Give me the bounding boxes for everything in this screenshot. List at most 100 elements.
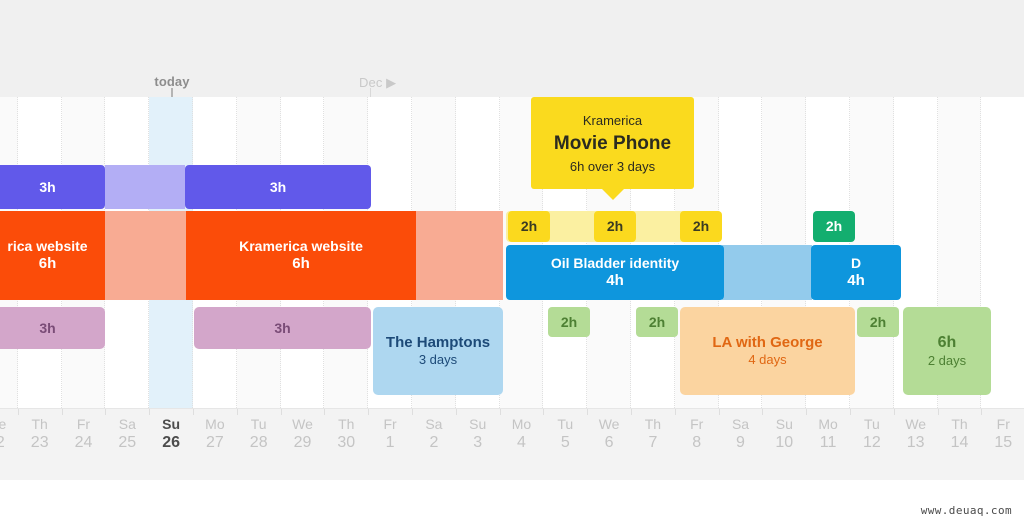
day-number: 14 bbox=[950, 433, 969, 451]
bar-kramerica-website-a[interactable]: rica website 6h bbox=[0, 211, 105, 300]
bar-duration: 6h bbox=[38, 254, 57, 272]
bar-kramerica-website-gap-1 bbox=[104, 211, 186, 300]
day-label-fr-8[interactable]: Fr 8 bbox=[690, 417, 703, 451]
day-label-tu-28[interactable]: Tu 28 bbox=[250, 417, 268, 451]
bar-movie-phone-1[interactable]: 2h bbox=[508, 211, 550, 242]
day-label-mo-4[interactable]: Mo 4 bbox=[512, 417, 531, 451]
bar-label: 2h bbox=[606, 218, 624, 235]
day-of-week: We bbox=[905, 416, 927, 432]
axis-tick bbox=[674, 409, 676, 415]
chip-green-2h-1[interactable]: 2h bbox=[548, 307, 590, 337]
axis-tick bbox=[499, 409, 501, 415]
day-label-sa-25[interactable]: Sa 25 bbox=[118, 417, 136, 451]
bar-duration: 2 days bbox=[927, 352, 967, 368]
day-of-week: Th bbox=[31, 416, 48, 432]
day-number: 13 bbox=[906, 433, 925, 451]
bar-mauve-b[interactable]: 3h bbox=[194, 307, 371, 349]
day-number: 1 bbox=[385, 433, 395, 451]
day-label-th-30[interactable]: Th 30 bbox=[337, 417, 355, 451]
tooltip-meta: 6h over 3 days bbox=[569, 158, 656, 174]
day-label-th-14[interactable]: Th 14 bbox=[951, 417, 969, 451]
day-number: 26 bbox=[162, 433, 180, 451]
day-label-tu-5[interactable]: Tu 5 bbox=[557, 417, 573, 451]
day-label-fr-1[interactable]: Fr 1 bbox=[383, 417, 396, 451]
bar-kramerica-website-gap-2 bbox=[415, 211, 503, 300]
day-of-week: Mo bbox=[205, 416, 225, 432]
bar-the-hamptons[interactable]: The Hamptons 3 days bbox=[373, 307, 503, 395]
bar-kramerica-website-b[interactable]: Kramerica website 6h bbox=[186, 211, 416, 300]
day-number: 8 bbox=[692, 433, 702, 451]
day-number: 30 bbox=[337, 433, 356, 451]
day-of-week: Fr bbox=[76, 416, 91, 432]
axis-tick bbox=[893, 409, 895, 415]
day-of-week: Sa bbox=[731, 416, 750, 432]
bar-la-with-george[interactable]: LA with George 4 days bbox=[680, 307, 855, 395]
day-number: 11 bbox=[819, 433, 837, 451]
day-label-we-6[interactable]: We 6 bbox=[599, 417, 620, 451]
bar-oil-bladder-identity-b[interactable]: D 4h bbox=[811, 245, 901, 300]
bar-violet-a[interactable]: 3h bbox=[0, 165, 105, 209]
bar-label: 3h bbox=[39, 319, 56, 336]
day-label-th-7[interactable]: Th 7 bbox=[645, 417, 661, 451]
day-label-mo-11[interactable]: Mo 11 bbox=[818, 417, 837, 451]
day-label-fr-24[interactable]: Fr 24 bbox=[75, 417, 93, 451]
chip-label: 2h bbox=[648, 314, 666, 330]
axis-tick bbox=[105, 409, 107, 415]
day-number: 3 bbox=[473, 433, 483, 451]
bar-title: Oil Bladder identity bbox=[550, 255, 680, 272]
day-number: 25 bbox=[118, 433, 137, 451]
axis-tick bbox=[762, 409, 764, 415]
axis-tick bbox=[981, 409, 983, 415]
day-number: 23 bbox=[30, 433, 49, 451]
bar-green-block[interactable]: 6h 2 days bbox=[903, 307, 991, 395]
day-label-we-13[interactable]: We 13 bbox=[905, 417, 926, 451]
day-of-week: Th bbox=[644, 416, 662, 432]
day-label-mo-27[interactable]: Mo 27 bbox=[205, 417, 224, 451]
task-tooltip[interactable]: Kramerica Movie Phone 6h over 3 days bbox=[531, 97, 694, 200]
bar-oil-bladder-identity[interactable]: Oil Bladder identity 4h bbox=[506, 245, 724, 300]
day-label-su-10[interactable]: Su 10 bbox=[775, 417, 793, 451]
day-number: 28 bbox=[249, 433, 268, 451]
axis-tick bbox=[236, 409, 238, 415]
bar-title: LA with George bbox=[712, 334, 823, 352]
timeline-header: today Dec ▶ bbox=[0, 0, 1024, 102]
day-number: 10 bbox=[775, 433, 794, 451]
bar-movie-phone-2[interactable]: 2h bbox=[594, 211, 636, 242]
bar-movie-phone-3[interactable]: 2h bbox=[680, 211, 722, 242]
bar-violet-b[interactable]: 3h bbox=[185, 165, 371, 209]
bar-label: 2h bbox=[520, 218, 538, 235]
day-label-su-26[interactable]: Su 26 bbox=[162, 417, 180, 451]
tooltip-project: Kramerica bbox=[582, 112, 643, 128]
day-of-week: We bbox=[292, 416, 313, 432]
day-label-we-22[interactable]: We22 bbox=[0, 417, 6, 451]
bar-label: 3h bbox=[39, 178, 56, 195]
day-axis: We22Th23Fr24Sa25Su26Mo27Tu28We29Th30Fr1S… bbox=[0, 408, 1024, 482]
chip-label: 2h bbox=[869, 314, 887, 330]
day-label-fr-15[interactable]: Fr 15 bbox=[994, 417, 1012, 451]
day-number: 2 bbox=[429, 433, 439, 451]
day-label-sa-2[interactable]: Sa 2 bbox=[425, 417, 442, 451]
chip-green-2h-2[interactable]: 2h bbox=[636, 307, 678, 337]
day-label-we-29[interactable]: We 29 bbox=[292, 417, 313, 451]
day-label-sa-9[interactable]: Sa 9 bbox=[732, 417, 749, 451]
bar-oil-bladder-gap bbox=[722, 245, 812, 300]
day-of-week: Sa bbox=[118, 416, 136, 432]
axis-tick bbox=[193, 409, 194, 415]
bar-duration: 4h bbox=[606, 271, 624, 289]
axis-tick bbox=[937, 409, 939, 415]
axis-tick bbox=[631, 409, 632, 415]
footer: www.deuaq.com bbox=[0, 480, 1024, 525]
day-label-th-23[interactable]: Th 23 bbox=[31, 417, 49, 451]
day-of-week: Th bbox=[338, 416, 355, 432]
day-label-tu-12[interactable]: Tu 12 bbox=[863, 417, 881, 451]
day-number: 29 bbox=[293, 433, 312, 451]
chip-green-2h-3[interactable]: 2h bbox=[857, 307, 899, 337]
bar-teal-2h[interactable]: 2h bbox=[813, 211, 855, 242]
bar-mauve-a[interactable]: 3h bbox=[0, 307, 105, 349]
axis-tick bbox=[17, 409, 19, 415]
bar-label: 2h bbox=[692, 218, 710, 235]
day-of-week: Tu bbox=[557, 416, 574, 432]
axis-tick bbox=[587, 409, 589, 415]
day-label-su-3[interactable]: Su 3 bbox=[469, 417, 486, 451]
day-number: 7 bbox=[648, 433, 658, 451]
